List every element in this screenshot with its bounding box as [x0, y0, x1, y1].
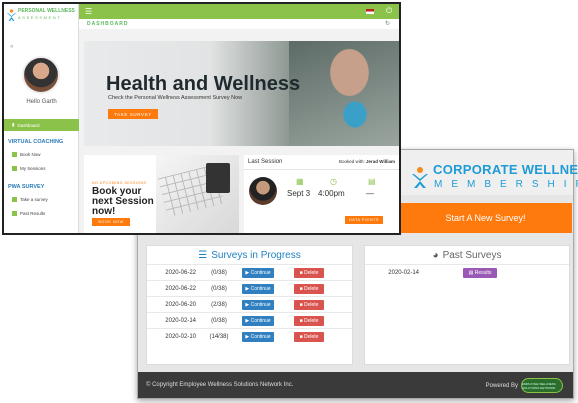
survey-progress: (14/38) — [209, 333, 229, 340]
delete-button[interactable]: ■ Delete — [294, 267, 324, 278]
star-icon — [12, 211, 17, 216]
survey-date: 2020-02-14 — [388, 269, 419, 276]
calendar-icon: ▦ — [296, 177, 304, 186]
sidebar-item-past-results[interactable]: Past Results — [12, 211, 45, 216]
survey-date: 2020-02-14 — [165, 317, 196, 324]
continue-button[interactable]: ▶ Continue — [242, 267, 274, 278]
survey-date: 2020-02-10 — [165, 333, 196, 340]
continue-button[interactable]: ▶ Continue — [242, 283, 274, 294]
brand-mark-icon — [7, 9, 16, 21]
table-row: 2020-06-20 (2/38) ▶ Continue ■ Delete — [147, 296, 352, 312]
coach-avatar — [249, 177, 277, 205]
hamburger-menu-icon[interactable]: ☰ — [85, 7, 92, 16]
language-flag-icon[interactable] — [366, 9, 374, 14]
list-icon: ☰ — [198, 249, 208, 261]
sidebar-item-book-now[interactable]: Book Now — [12, 152, 41, 157]
user-avatar[interactable] — [22, 56, 60, 94]
hero-banner: Health and Wellness Check the Personal W… — [84, 41, 399, 146]
table-row: 2020-02-14 (0/38) ▶ Continue ■ Delete — [147, 312, 352, 328]
table-row: 2020-06-22 (0/38) ▶ Continue ■ Delete — [147, 280, 352, 296]
continue-button[interactable]: ▶ Continue — [242, 331, 274, 342]
delete-button[interactable]: ■ Delete — [294, 331, 324, 342]
divider — [244, 169, 399, 170]
corporate-subtitle: MEMBERSHIP — [434, 179, 578, 190]
chart-icon: ▮ — [12, 122, 15, 127]
clock-icon: ◷ — [330, 177, 337, 186]
collapse-sidebar-icon[interactable]: « — [10, 44, 13, 50]
corporate-title: CORPORATE WELLNESS — [433, 162, 578, 177]
refresh-icon[interactable]: ↻ — [385, 20, 390, 27]
surveys-in-progress-title: ☰ Surveys in Progress — [198, 249, 301, 261]
results-button[interactable]: ▤ Results — [463, 267, 497, 278]
survey-progress: (0/38) — [211, 285, 227, 292]
hero-title: Health and Wellness — [106, 73, 301, 95]
delete-button[interactable]: ■ Delete — [294, 299, 324, 310]
book-now-button[interactable]: BOOK NOW — [92, 218, 130, 226]
last-session-title: Last Session — [248, 159, 283, 165]
calendar-check-icon — [12, 166, 17, 171]
ewsn-logo[interactable]: EMPLOYEE WELLNESS SOLUTIONS NETWORK — [521, 378, 563, 393]
past-surveys-list: 2020-02-14 ▤ Results — [365, 264, 569, 280]
breadcrumb: DASHBOARD ↻ — [79, 19, 399, 29]
data-points-button[interactable]: DATA POINTS — [345, 216, 383, 224]
surveys-in-progress-panel: ☰ Surveys in Progress 2020-06-22 (0/38) ▶ … — [146, 245, 353, 365]
sidebar-item-dashboard[interactable]: ▮ Dashboard — [4, 119, 79, 131]
coach-name: Jerad William — [366, 159, 395, 164]
corporate-wellness-logo — [412, 167, 428, 188]
powered-by: Powered By EMPLOYEE WELLNESS SOLUTIONS N… — [486, 378, 563, 393]
session-date: Sept 3 — [287, 189, 311, 198]
document-icon: ▤ — [368, 177, 376, 186]
continue-button[interactable]: ▶ Continue — [242, 299, 274, 310]
calendar-image — [156, 155, 239, 233]
delete-button[interactable]: ■ Delete — [294, 315, 324, 326]
table-row: 2020-02-10 (14/38) ▶ Continue ■ Delete — [147, 328, 352, 344]
calendar-icon — [12, 152, 17, 157]
past-surveys-title: ◕ Past Surveys — [432, 249, 502, 261]
page-title: DASHBOARD — [87, 21, 129, 27]
session-time: 4:00pm — [318, 189, 345, 198]
booking-card: NO UPCOMING SESSIONS Book your next Sess… — [84, 155, 239, 233]
booking-heading: Book your next Session now! — [92, 186, 154, 217]
corporate-footer: © Copyright Employee Wellness Solutions … — [138, 372, 573, 398]
sidebar: PERSONAL WELLNESS ASSESSMENT « Hello Gar… — [4, 4, 79, 233]
sidebar-item-take-survey[interactable]: Take a survey — [12, 197, 48, 202]
take-survey-button[interactable]: TAKE SURVEY — [108, 109, 158, 119]
continue-button[interactable]: ▶ Continue — [242, 315, 274, 326]
survey-progress: (0/38) — [211, 269, 227, 276]
session-points: — — [366, 189, 374, 198]
survey-date: 2020-06-22 — [165, 269, 196, 276]
survey-progress: (0/38) — [211, 317, 227, 324]
start-new-survey-button[interactable]: Start A New Survey! — [399, 203, 572, 233]
past-surveys-panel: ◕ Past Surveys 2020-02-14 ▤ Results — [364, 245, 570, 365]
runner-image — [289, 41, 399, 146]
table-row: 2020-06-22 (0/38) ▶ Continue ■ Delete — [147, 264, 352, 280]
last-session-card: Last Session Booked with: Jerad William … — [244, 155, 399, 233]
delete-button[interactable]: ■ Delete — [294, 283, 324, 294]
booked-with: Booked with: Jerad William — [338, 159, 395, 164]
top-bar: ☰ ⏻ — [79, 4, 399, 19]
power-icon[interactable]: ⏻ — [386, 6, 392, 16]
survey-date: 2020-06-22 — [165, 285, 196, 292]
personal-wellness-logo[interactable]: PERSONAL WELLNESS ASSESSMENT — [7, 8, 77, 26]
phone-image — [206, 163, 230, 193]
survey-date: 2020-06-20 — [165, 301, 196, 308]
powered-by-label: Powered By — [485, 382, 518, 389]
personal-wellness-window: PERSONAL WELLNESS ASSESSMENT « Hello Gar… — [2, 2, 401, 235]
clipboard-icon — [12, 197, 17, 202]
surveys-in-progress-list: 2020-06-22 (0/38) ▶ Continue ■ Delete 2020-0… — [147, 264, 352, 344]
survey-progress: (2/38) — [211, 301, 227, 308]
virtual-coaching-heading: VIRTUAL COACHING — [8, 139, 64, 145]
greeting: Hello Garth — [26, 99, 57, 105]
copyright-text: © Copyright Employee Wellness Solutions … — [146, 382, 294, 388]
pwa-survey-heading: PWA SURVEY — [8, 184, 45, 190]
hero-subtitle: Check the Personal Wellness Assessment S… — [108, 95, 243, 101]
no-upcoming-sessions-label: NO UPCOMING SESSIONS — [92, 181, 147, 185]
pie-chart-icon: ◕ — [432, 249, 439, 261]
table-row: 2020-02-14 ▤ Results — [365, 264, 569, 280]
sidebar-item-my-sessions[interactable]: My Sessions — [12, 166, 46, 171]
